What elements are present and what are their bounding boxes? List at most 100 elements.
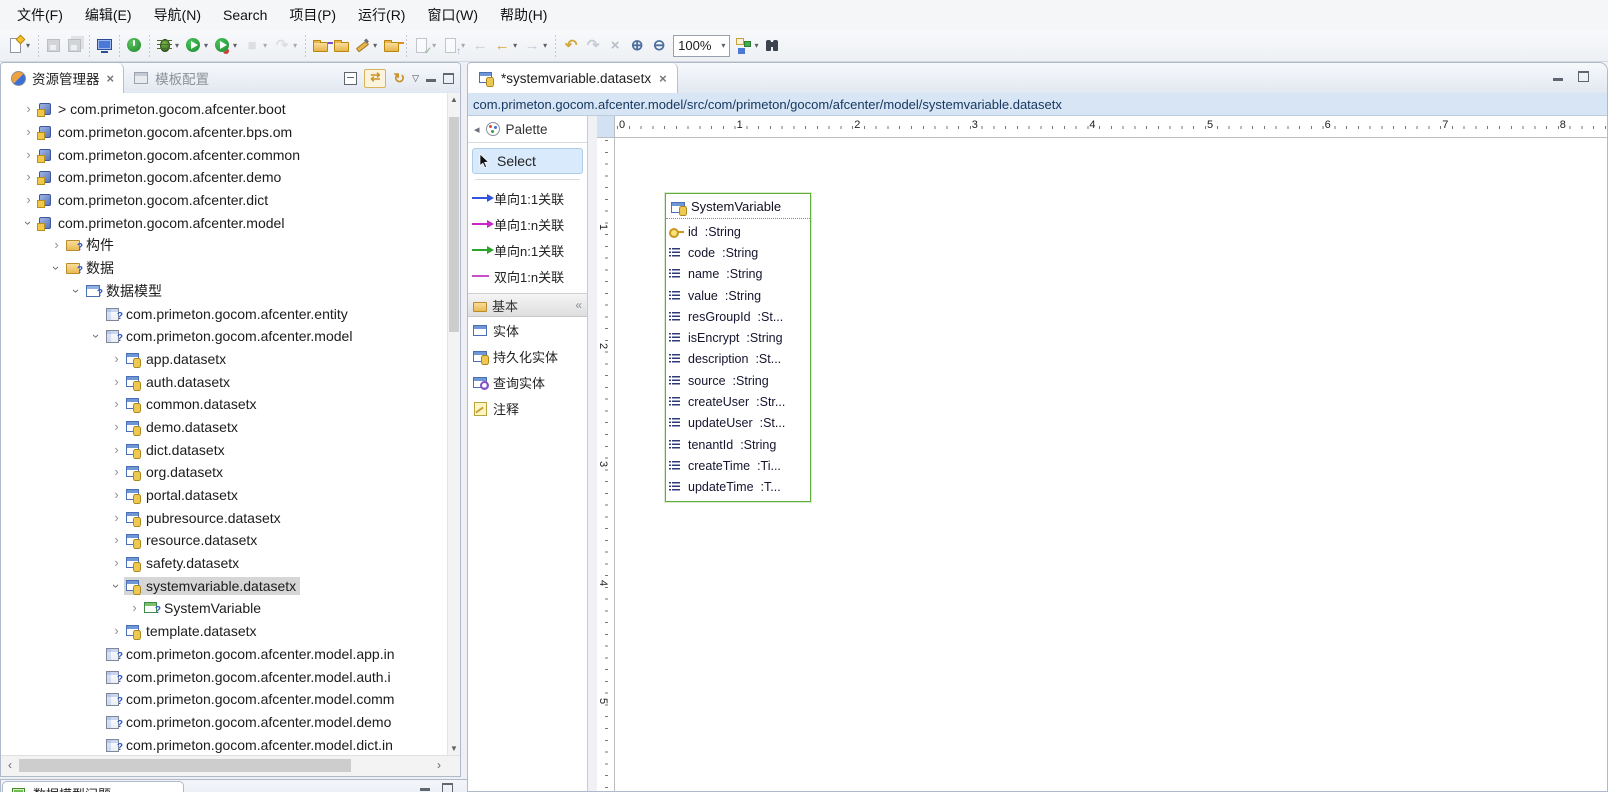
close-icon[interactable]: × [105,71,115,86]
expander-icon[interactable] [109,397,124,411]
refresh-icon[interactable]: ↻ [393,71,405,85]
tree-item[interactable]: com.primeton.gocom.afcenter.model.comm [1,688,448,711]
dropdown-arrow-icon[interactable]: ▾ [511,41,519,50]
expander-icon[interactable] [21,148,36,162]
search-button[interactable] [762,35,783,56]
expander-icon[interactable] [89,329,104,343]
tab-resource-explorer[interactable]: 资源管理器 × [1,63,124,93]
entity-field[interactable]: source :String [666,370,810,391]
back-button[interactable]: ←▾ [491,35,521,56]
expander-icon[interactable] [21,170,36,184]
dropdown-arrow-icon[interactable]: ▾ [371,41,379,50]
menu-item[interactable]: 窗口(W) [416,0,489,30]
format-brush-button[interactable]: ▾ [352,35,381,56]
tab-systemvariable-datasetx[interactable]: *systemvariable.datasetx × [468,63,678,93]
expander-icon[interactable] [49,238,64,252]
run-as-button[interactable]: ▾ [212,35,241,56]
dropdown-arrow-icon[interactable]: ▾ [24,41,32,50]
expander-icon[interactable] [109,556,124,570]
dropdown-arrow-icon[interactable]: ▾ [261,41,269,50]
tree-item[interactable]: org.datasetx [1,461,448,484]
tree-item[interactable]: com.primeton.gocom.afcenter.common [1,143,448,166]
expander-icon[interactable] [109,420,124,434]
tree-item[interactable]: portal.datasetx [1,484,448,507]
palette-header[interactable]: ◂ Palette [468,116,587,143]
close-icon[interactable]: × [657,71,667,86]
expander-icon[interactable] [21,125,36,139]
dropdown-arrow-icon[interactable]: ▾ [541,41,549,50]
palette-relation-tool[interactable]: 单向1:n关联 [468,211,587,237]
expander-icon[interactable] [109,579,124,593]
tree-item[interactable]: resource.datasetx [1,529,448,552]
tab-datamodel-problems[interactable]: 数据模型问题 [2,781,184,792]
undo-button[interactable]: ↶ [560,35,582,56]
view-menu-icon[interactable]: ▽ [412,73,419,84]
dropdown-arrow-icon[interactable]: ▾ [291,41,299,50]
palette-relation-tool[interactable]: 双向1:n关联 [468,263,587,289]
minimize-icon[interactable] [1553,78,1563,81]
maximize-icon[interactable] [443,73,454,84]
forward-button[interactable]: →▾ [521,35,551,56]
entity-field[interactable]: resGroupId :St... [666,306,810,327]
expander-icon[interactable] [109,375,124,389]
expander-icon[interactable] [109,488,124,502]
entity-field[interactable]: code :String [666,242,810,263]
tree-item[interactable]: com.primeton.gocom.afcenter.model.auth.i [1,665,448,688]
expander-icon[interactable] [109,533,124,547]
tree-item[interactable]: 数据模型 [1,280,448,303]
delete-button[interactable]: × [604,35,626,56]
palette-tool[interactable]: 持久化实体 [468,343,587,369]
tree-item[interactable]: com.primeton.gocom.afcenter.model.dict.i… [1,733,448,756]
tree-item[interactable]: auth.datasetx [1,370,448,393]
expander-icon[interactable] [69,284,84,298]
expander-icon[interactable] [109,511,124,525]
tree-item[interactable]: 构件 [1,234,448,257]
entity-field[interactable]: createTime :Ti... [666,455,810,476]
scroll-right-icon[interactable]: › [432,756,446,776]
minimize-icon[interactable] [426,79,436,82]
menu-item[interactable]: 导航(N) [143,0,212,30]
entity-field[interactable]: value :String [666,285,810,306]
expander-icon[interactable] [127,601,142,615]
run-button[interactable]: ▾ [183,35,212,56]
entity-field[interactable]: description :St... [666,349,810,370]
zoom-in-button[interactable]: ⊕ [626,35,648,56]
zoom-level-combo[interactable]: 100%▾ [673,35,730,57]
scrollbar-thumb[interactable] [19,759,351,772]
tree-item[interactable]: com.primeton.gocom.afcenter.model.demo [1,711,448,734]
tree-item[interactable]: common.datasetx [1,393,448,416]
tree-item[interactable]: com.primeton.gocom.afcenter.dict [1,189,448,212]
dropdown-arrow-icon[interactable]: ▾ [231,41,239,50]
tree-item[interactable]: com.primeton.gocom.afcenter.model [1,211,448,234]
palette-tool[interactable]: 查询实体 [468,369,587,395]
tree-item[interactable]: com.primeton.gocom.afcenter.demo [1,166,448,189]
tree-item[interactable]: pubresource.datasetx [1,506,448,529]
tree-item[interactable]: com.primeton.gocom.afcenter.model.app.in [1,643,448,666]
expander-icon[interactable] [21,216,36,230]
dropdown-arrow-icon[interactable]: ▾ [173,41,181,50]
tree-item[interactable]: com.primeton.gocom.afcenter.entity [1,302,448,325]
menu-item[interactable]: 运行(R) [347,0,416,30]
entity-field[interactable]: id :String [666,221,810,242]
tree-item[interactable]: app.datasetx [1,348,448,371]
tree-item[interactable]: demo.datasetx [1,416,448,439]
entity-header[interactable]: SystemVariable [666,194,810,219]
vertical-scrollbar[interactable]: ▲ ▼ [447,93,460,756]
palette-section-basic[interactable]: 基本 « [468,293,587,317]
expander-icon[interactable] [109,465,124,479]
layout-button[interactable]: ▾ [733,35,762,56]
tree-item[interactable]: com.primeton.gocom.afcenter.model [1,325,448,348]
scrollbar-thumb[interactable] [449,117,459,332]
import-project-button[interactable] [310,35,331,56]
scroll-down-icon[interactable]: ▼ [448,742,460,756]
expander-icon[interactable] [109,352,124,366]
expander-icon[interactable] [49,261,64,275]
debug-button[interactable]: ▾ [154,35,183,56]
maximize-icon[interactable] [442,783,453,792]
new-wizard-button[interactable]: ▾ [5,35,34,56]
back-disabled-button[interactable]: ← [469,35,491,56]
pin-drawer-icon[interactable]: « [575,298,582,312]
redo-button[interactable]: ↷ [582,35,604,56]
link-with-editor-icon[interactable]: ⇄ [364,69,386,88]
tree-item[interactable]: com.primeton.gocom.afcenter.bps.om [1,121,448,144]
